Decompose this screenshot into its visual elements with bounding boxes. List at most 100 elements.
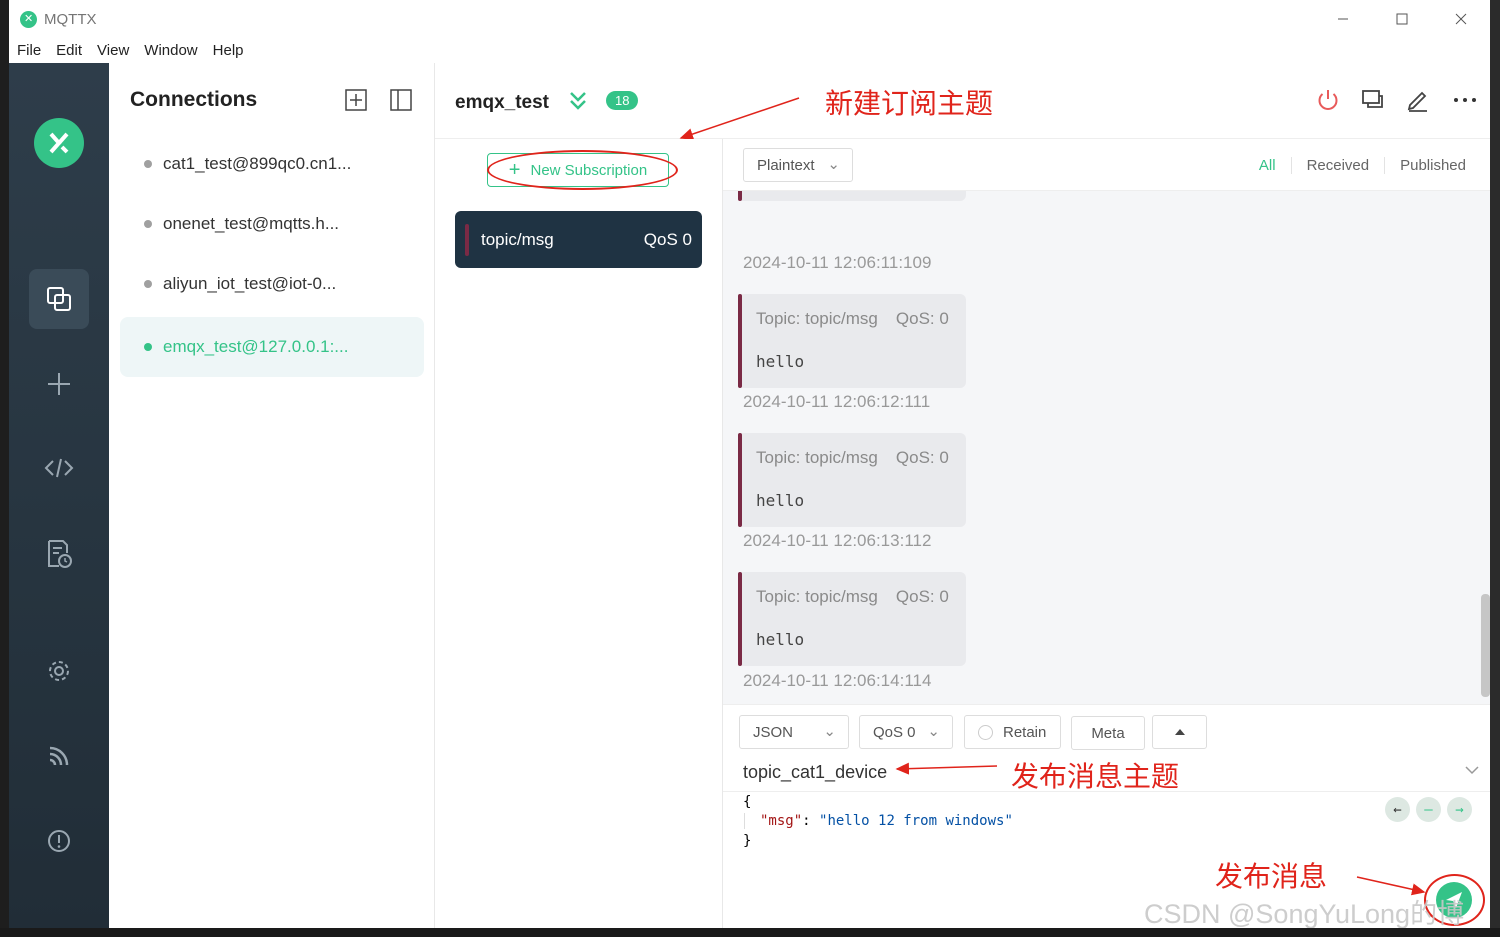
nav-new-connection-button[interactable] <box>29 354 89 414</box>
topic-color-bar <box>738 294 742 388</box>
filter-tab-all[interactable]: All <box>1244 157 1292 174</box>
annotation-arrow <box>895 762 998 775</box>
payload-format-select[interactable]: Plaintext ⌄ <box>743 148 853 182</box>
menu-help[interactable]: Help <box>213 42 244 59</box>
connection-item[interactable]: aliyun_iot_test@iot-0... <box>120 254 424 314</box>
message-count-badge: 18 <box>606 91 639 110</box>
publish-qos-value: QoS 0 <box>873 723 916 741</box>
message-card: Topic: topic/msg QoS: 0 hello <box>738 572 966 666</box>
connection-label: onenet_test@mqtts.h... <box>163 214 340 233</box>
menu-edit[interactable]: Edit <box>56 42 82 59</box>
nav-script-button[interactable] <box>29 438 89 498</box>
code-line: } <box>743 833 752 849</box>
history-back-button[interactable]: ← <box>1385 797 1410 822</box>
code-line: { <box>743 794 752 810</box>
background-edge <box>1490 0 1500 937</box>
minimize-button[interactable] <box>1313 0 1372 38</box>
topic-history-button[interactable] <box>1464 762 1480 780</box>
window-title: MQTTX <box>44 10 97 28</box>
nav-connections-button[interactable] <box>29 269 89 329</box>
chevron-down-icon: ⌄ <box>827 156 840 173</box>
retain-radio <box>978 724 993 740</box>
status-dot <box>144 343 152 351</box>
subscriptions-panel: + New Subscription topic/msg QoS 0 <box>435 139 723 928</box>
info-icon <box>48 830 70 852</box>
expand-button[interactable] <box>1152 715 1207 749</box>
nav-about-button[interactable] <box>29 811 89 871</box>
add-box-icon <box>345 89 367 111</box>
log-icon <box>48 540 72 568</box>
annotation-new-subscription: 新建订阅主题 <box>825 87 994 120</box>
subscription-topic: topic/msg <box>481 229 554 249</box>
history-forward-button[interactable]: → <box>1447 797 1472 822</box>
nav-log-button[interactable] <box>29 524 89 584</box>
maximize-icon <box>1396 13 1407 25</box>
subscription-item[interactable]: topic/msg QoS 0 <box>455 211 702 268</box>
close-icon <box>1455 13 1466 25</box>
message-filter-tabs: All Received Published <box>1244 157 1481 174</box>
collapse-button[interactable] <box>568 89 588 118</box>
publish-qos-select[interactable]: QoS 0 ⌄ <box>859 715 953 749</box>
meta-button[interactable]: Meta <box>1071 716 1145 750</box>
annotation-publish: 发布消息 <box>1215 860 1328 893</box>
history-reset-button[interactable]: — <box>1416 797 1441 822</box>
message-topic: Topic: topic/msg <box>756 587 878 606</box>
connection-item[interactable]: cat1_test@899qc0.cn1... <box>120 134 424 194</box>
publish-format-select[interactable]: JSON ⌄ <box>739 715 849 749</box>
background-edge <box>0 928 1500 937</box>
annotation-ellipse <box>487 150 678 190</box>
code-colon: : <box>802 813 820 829</box>
nav-feed-button[interactable] <box>29 726 89 786</box>
edit-button[interactable] <box>1405 87 1431 113</box>
publish-format-value: JSON <box>753 723 794 741</box>
new-window-button[interactable] <box>1360 87 1386 113</box>
message-card: Topic: topic/msg QoS: 0 hello <box>738 433 966 527</box>
double-chevron-down-icon <box>570 92 586 110</box>
messages-area: hello 2024-10-11 12:06:11:109 Topic: top… <box>723 139 1490 704</box>
rss-icon <box>49 746 69 766</box>
filter-tab-published[interactable]: Published <box>1385 157 1481 174</box>
new-folder-button[interactable] <box>345 89 367 111</box>
pencil-icon <box>1407 91 1427 112</box>
connection-item-active[interactable]: emqx_test@127.0.0.1:... <box>120 317 424 377</box>
menu-view[interactable]: View <box>97 42 129 59</box>
connections-panel: Connections cat1_test@899qc0.cn1... onen… <box>109 63 435 928</box>
subscription-qos: QoS 0 <box>643 229 692 249</box>
message-time: 2024-10-11 12:06:14:114 <box>743 671 932 690</box>
connection-item[interactable]: onenet_test@mqtts.h... <box>120 194 424 254</box>
status-dot <box>144 220 152 228</box>
chevron-down-icon: ⌄ <box>823 723 836 740</box>
code-line: "msg": "hello 12 from windows" <box>744 813 1013 829</box>
payload-format-value: Plaintext <box>757 156 815 174</box>
watermark: CSDN @SongYuLong的博客 <box>1144 899 1465 928</box>
code-key: "msg" <box>760 813 803 829</box>
left-nav <box>9 63 109 928</box>
menu-window[interactable]: Window <box>144 42 197 59</box>
close-button[interactable] <box>1431 0 1490 38</box>
retain-checkbox[interactable]: Retain <box>964 715 1061 749</box>
menu-file[interactable]: File <box>17 42 41 59</box>
message-meta: Topic: topic/msg QoS: 0 <box>756 309 949 329</box>
messages-scrollbar[interactable] <box>1481 594 1490 697</box>
mqttx-logo-icon <box>34 118 84 168</box>
message-meta: Topic: topic/msg QoS: 0 <box>756 587 949 607</box>
code-icon <box>44 458 74 478</box>
topic-color-bar <box>465 223 469 256</box>
message-qos: QoS: 0 <box>895 587 949 606</box>
topic-color-bar <box>738 572 742 666</box>
publish-topic-input[interactable]: topic_cat1_device <box>743 762 887 783</box>
message-payload: hello <box>756 491 805 510</box>
filter-tab-received[interactable]: Received <box>1292 157 1386 174</box>
message-time: 2024-10-11 12:06:13:112 <box>743 531 932 550</box>
message-time: 2024-10-11 12:06:12:111 <box>743 392 931 411</box>
connection-label: aliyun_iot_test@iot-0... <box>163 274 337 293</box>
toggle-sidebar-button[interactable] <box>390 89 412 111</box>
connection-label: emqx_test@127.0.0.1:... <box>163 337 349 356</box>
message-topic: Topic: topic/msg <box>756 448 878 467</box>
message-payload: hello <box>756 630 805 649</box>
maximize-button[interactable] <box>1372 0 1431 38</box>
more-button[interactable] <box>1452 87 1478 113</box>
minimize-icon <box>1337 18 1348 20</box>
nav-settings-button[interactable] <box>29 641 89 701</box>
disconnect-button[interactable] <box>1315 87 1341 113</box>
